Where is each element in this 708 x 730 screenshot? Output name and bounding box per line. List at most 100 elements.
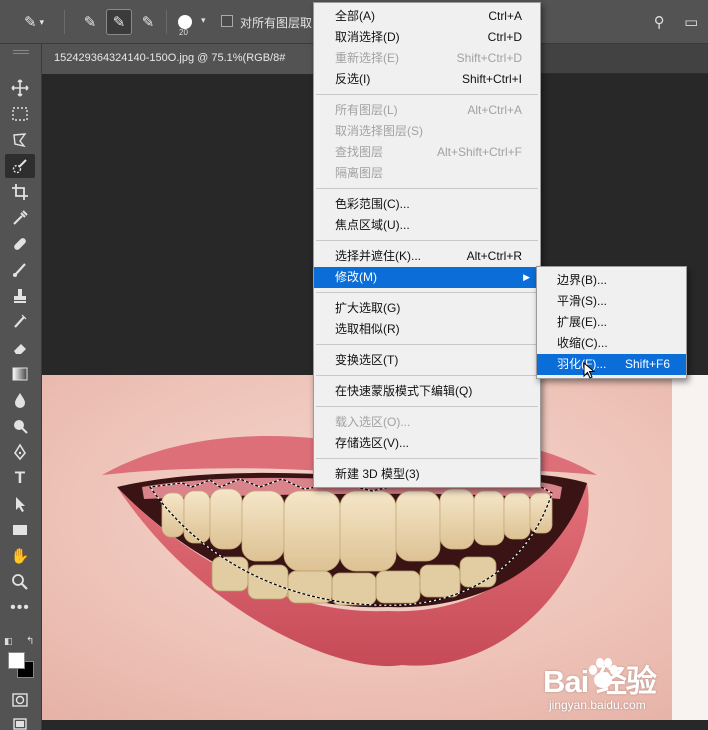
menu-item-label: 在快速蒙版模式下编辑(Q) <box>335 384 473 398</box>
gradient-tool[interactable] <box>5 362 35 386</box>
divider <box>166 10 167 34</box>
menu-separator <box>316 188 538 189</box>
history-brush-tool[interactable] <box>5 310 35 334</box>
select-menu-item[interactable]: 修改(M) ▶ <box>314 267 540 288</box>
menu-item-label: 隔离图层 <box>335 166 384 180</box>
menu-separator <box>316 240 538 241</box>
hand-tool[interactable]: ✋ <box>5 544 35 568</box>
modify-menu-item[interactable]: 边界(B)... <box>537 270 686 291</box>
eraser-icon <box>14 344 26 354</box>
dodge-tool[interactable] <box>5 414 35 438</box>
move-icon <box>11 79 29 97</box>
path-selection-tool[interactable] <box>5 492 35 516</box>
select-menu-item[interactable]: 焦点区域(U)... <box>314 215 540 236</box>
modify-menu-item[interactable]: 扩展(E)... <box>537 312 686 333</box>
tools-panel: T ✋ ••• ◧ ↰ <box>0 44 42 730</box>
document-tab[interactable]: 152429364324140-150O.jpg @ 75.1%(RGB/8# <box>42 44 314 74</box>
marquee-tool[interactable] <box>5 102 35 126</box>
screen-mode-button[interactable] <box>5 712 35 730</box>
move-tool[interactable] <box>5 76 35 100</box>
lasso-icon <box>13 133 27 148</box>
foreground-color-swatch[interactable] <box>8 652 25 669</box>
menu-item-shortcut: Alt+Ctrl+A <box>467 103 522 117</box>
quick-mask-icon <box>12 693 28 707</box>
select-menu-item[interactable]: 反选(I) Shift+Ctrl+I <box>314 69 540 90</box>
tool-preset-picker[interactable]: ✎ ▾ <box>14 9 54 35</box>
menu-item-shortcut: Alt+Shift+Ctrl+F <box>436 145 522 159</box>
zoom-tool[interactable] <box>5 570 35 594</box>
eyedropper-icon <box>13 210 28 225</box>
select-menu-item: 隔离图层 <box>314 163 540 184</box>
menu-item-shortcut: Shift+Ctrl+I <box>461 72 522 86</box>
baidu-paw-logo <box>589 658 618 688</box>
healing-brush-tool[interactable] <box>5 232 35 256</box>
modify-menu-item[interactable]: 收缩(C)... <box>537 333 686 354</box>
select-menu-item: 载入选区(O)... <box>314 412 540 433</box>
menu-item-label: 焦点区域(U)... <box>335 218 410 232</box>
eraser-tool[interactable] <box>5 336 35 360</box>
history-brush-icon <box>14 314 27 328</box>
subtract-from-selection-button[interactable]: ✎ <box>135 9 161 35</box>
sample-all-layers-label: 对所有图层取 <box>240 16 313 30</box>
select-menu-item[interactable]: 色彩范围(C)... <box>314 194 540 215</box>
watermark-url: jingyan.baidu.com <box>549 698 646 712</box>
quick-selection-tool[interactable] <box>5 154 35 178</box>
menu-item-shortcut: Alt+Ctrl+R <box>466 249 522 263</box>
select-menu-item[interactable]: 新建 3D 模型(3) <box>314 464 540 485</box>
lasso-tool[interactable] <box>5 128 35 152</box>
rectangle-tool[interactable] <box>5 518 35 542</box>
new-selection-button[interactable]: ✎ <box>77 9 103 35</box>
new-selection-icon: ✎ <box>83 14 97 31</box>
menu-item-label: 选取相似(R) <box>335 322 400 336</box>
eyedropper-tool[interactable] <box>5 206 35 230</box>
select-menu-item[interactable]: 取消选择(D) Ctrl+D <box>314 27 540 48</box>
sample-all-layers-checkbox[interactable] <box>221 15 233 27</box>
menu-item-label: 扩展(E)... <box>557 315 607 329</box>
blur-tool[interactable] <box>5 388 35 412</box>
add-to-selection-button[interactable]: ✎ <box>106 9 132 35</box>
select-menu-item[interactable]: 变换选区(T) <box>314 350 540 371</box>
pen-tool[interactable] <box>5 440 35 464</box>
menu-item-label: 存储选区(V)... <box>335 436 409 450</box>
select-menu-item[interactable]: 扩大选取(G) <box>314 298 540 319</box>
brush-tool[interactable] <box>5 258 35 282</box>
default-colors-icon[interactable]: ◧ <box>4 636 13 647</box>
select-menu-item[interactable]: 存储选区(V)... <box>314 433 540 454</box>
menu-separator <box>316 344 538 345</box>
select-menu-item: 取消选择图层(S) <box>314 121 540 142</box>
menu-item-label: 平滑(S)... <box>557 294 607 308</box>
select-menu-item[interactable]: 全部(A) Ctrl+A <box>314 6 540 27</box>
panel-grip[interactable] <box>13 50 29 54</box>
chevron-down-icon: ▾ <box>201 15 206 25</box>
subtract-selection-icon: ✎ <box>141 14 155 31</box>
rectangle-icon <box>13 525 27 535</box>
crop-tool[interactable] <box>5 180 35 204</box>
divider <box>64 10 65 34</box>
select-menu-item[interactable]: 选取相似(R) <box>314 319 540 340</box>
clone-stamp-tool[interactable] <box>5 284 35 308</box>
search-icon[interactable]: ⚲ <box>654 13 665 31</box>
menu-separator <box>316 375 538 376</box>
modify-menu-item[interactable]: 羽化(F)... Shift+F6 <box>537 354 686 375</box>
menu-item-label: 收缩(C)... <box>557 336 608 350</box>
menu-separator <box>316 94 538 95</box>
select-menu: 全部(A) Ctrl+A 取消选择(D) Ctrl+D 重新选择(E) Shift+Ctr… <box>313 2 541 488</box>
select-menu-item[interactable]: 选择并遮住(K)... Alt+Ctrl+R <box>314 246 540 267</box>
screen-mode-icon <box>13 718 27 730</box>
type-tool[interactable]: T <box>5 466 35 490</box>
menu-item-shortcut: Shift+F6 <box>624 357 670 371</box>
swap-colors-icon[interactable]: ↰ <box>26 636 34 647</box>
drop-icon <box>15 393 25 408</box>
select-menu-item[interactable]: 在快速蒙版模式下编辑(Q) <box>314 381 540 402</box>
menu-item-shortcut: Ctrl+A <box>488 9 522 23</box>
edit-toolbar-button[interactable]: ••• <box>5 596 35 620</box>
workspace-icon[interactable]: ▭ <box>684 13 698 31</box>
modify-submenu: 边界(B)... 平滑(S)... 扩展(E)... 收缩(C)... 羽化(F)...… <box>536 266 687 379</box>
select-menu-item: 所有图层(L) Alt+Ctrl+A <box>314 100 540 121</box>
quick-mask-button[interactable] <box>5 688 35 712</box>
menu-item-label: 修改(M) <box>335 270 377 284</box>
bandage-icon <box>14 238 26 250</box>
modify-menu-item[interactable]: 平滑(S)... <box>537 291 686 312</box>
chevron-down-icon: ▾ <box>39 16 45 27</box>
menu-item-shortcut: Ctrl+D <box>487 30 522 44</box>
